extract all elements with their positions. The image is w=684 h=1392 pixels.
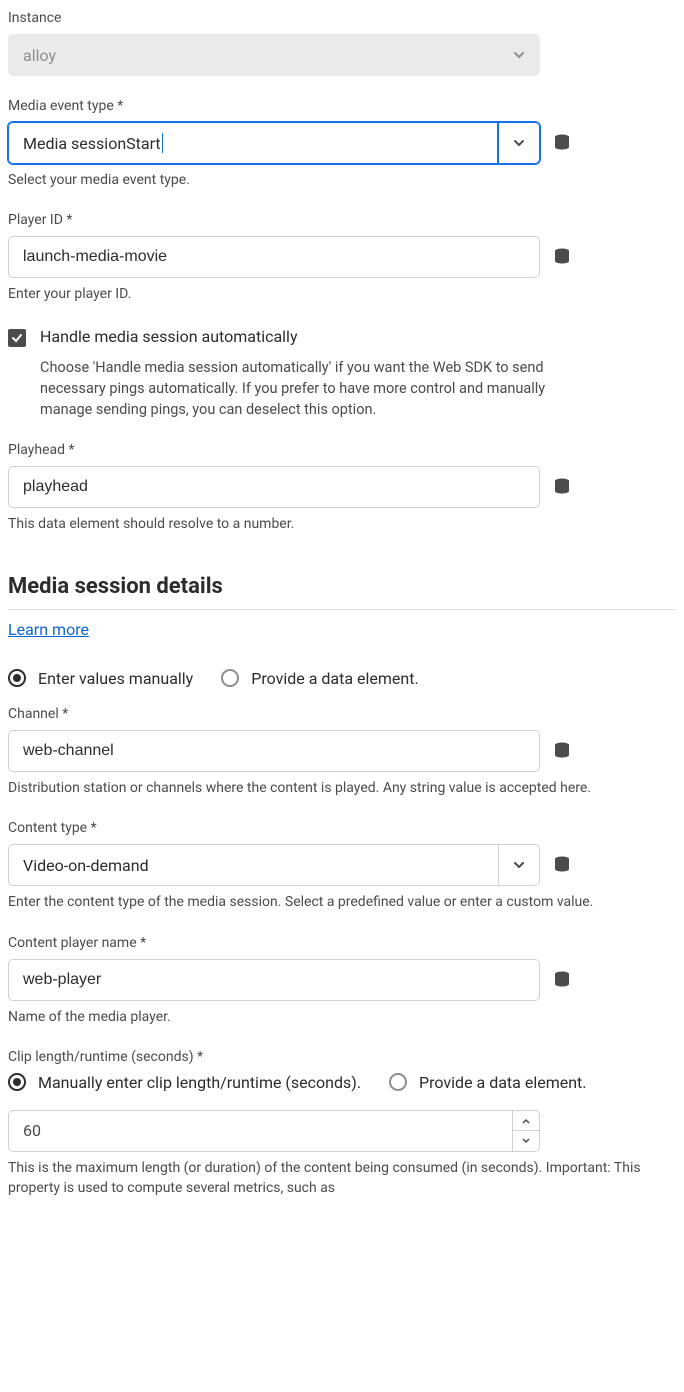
content-player-name-input[interactable] (8, 959, 540, 1001)
content-type-dropdown[interactable]: Video-on-demand (8, 844, 540, 886)
channel-help: Distribution station or channels where t… (8, 778, 676, 798)
handle-auto-label: Handle media session automatically (40, 327, 298, 346)
radio-clip-data-element[interactable]: Provide a data element. (389, 1073, 586, 1092)
section-title: Media session details (8, 574, 676, 599)
channel-label: Channel * (8, 706, 676, 722)
radio-enter-manually[interactable]: Enter values manually (8, 669, 193, 688)
database-icon[interactable] (552, 477, 572, 497)
learn-more-link[interactable]: Learn more (8, 620, 89, 639)
database-icon[interactable] (552, 741, 572, 761)
instance-label: Instance (8, 10, 676, 26)
handle-auto-checkbox[interactable] (8, 329, 26, 347)
content-player-name-label: Content player name * (8, 935, 676, 951)
media-event-type-label: Media event type * (8, 98, 676, 114)
stepper-down-icon[interactable] (513, 1131, 539, 1151)
content-type-label: Content type * (8, 820, 676, 836)
chevron-down-icon[interactable] (498, 844, 540, 886)
divider (8, 609, 676, 610)
media-event-type-dropdown[interactable]: Media sessionStart (8, 122, 540, 164)
playhead-help: This data element should resolve to a nu… (8, 514, 676, 534)
chevron-down-icon (498, 34, 540, 76)
clip-length-help: This is the maximum length (or duration)… (8, 1158, 676, 1199)
handle-auto-desc: Choose 'Handle media session automatical… (40, 357, 580, 420)
player-id-help: Enter your player ID. (8, 284, 676, 304)
content-type-help: Enter the content type of the media sess… (8, 892, 676, 912)
playhead-label: Playhead * (8, 442, 676, 458)
channel-input[interactable] (8, 730, 540, 772)
player-id-label: Player ID * (8, 212, 676, 228)
clip-length-input[interactable]: 60 (8, 1110, 540, 1152)
database-icon[interactable] (552, 133, 572, 153)
radio-clip-manual[interactable]: Manually enter clip length/runtime (seco… (8, 1073, 361, 1092)
playhead-input[interactable] (8, 466, 540, 508)
instance-dropdown[interactable]: alloy (8, 34, 540, 76)
database-icon[interactable] (552, 855, 572, 875)
database-icon[interactable] (552, 247, 572, 267)
radio-provide-data-element[interactable]: Provide a data element. (221, 669, 418, 688)
clip-length-label: Clip length/runtime (seconds) * (8, 1049, 676, 1065)
content-player-name-help: Name of the media player. (8, 1007, 676, 1027)
media-event-type-help: Select your media event type. (8, 170, 676, 190)
chevron-down-icon[interactable] (498, 122, 540, 164)
player-id-input[interactable] (8, 236, 540, 278)
stepper-up-icon[interactable] (513, 1111, 539, 1132)
database-icon[interactable] (552, 970, 572, 990)
